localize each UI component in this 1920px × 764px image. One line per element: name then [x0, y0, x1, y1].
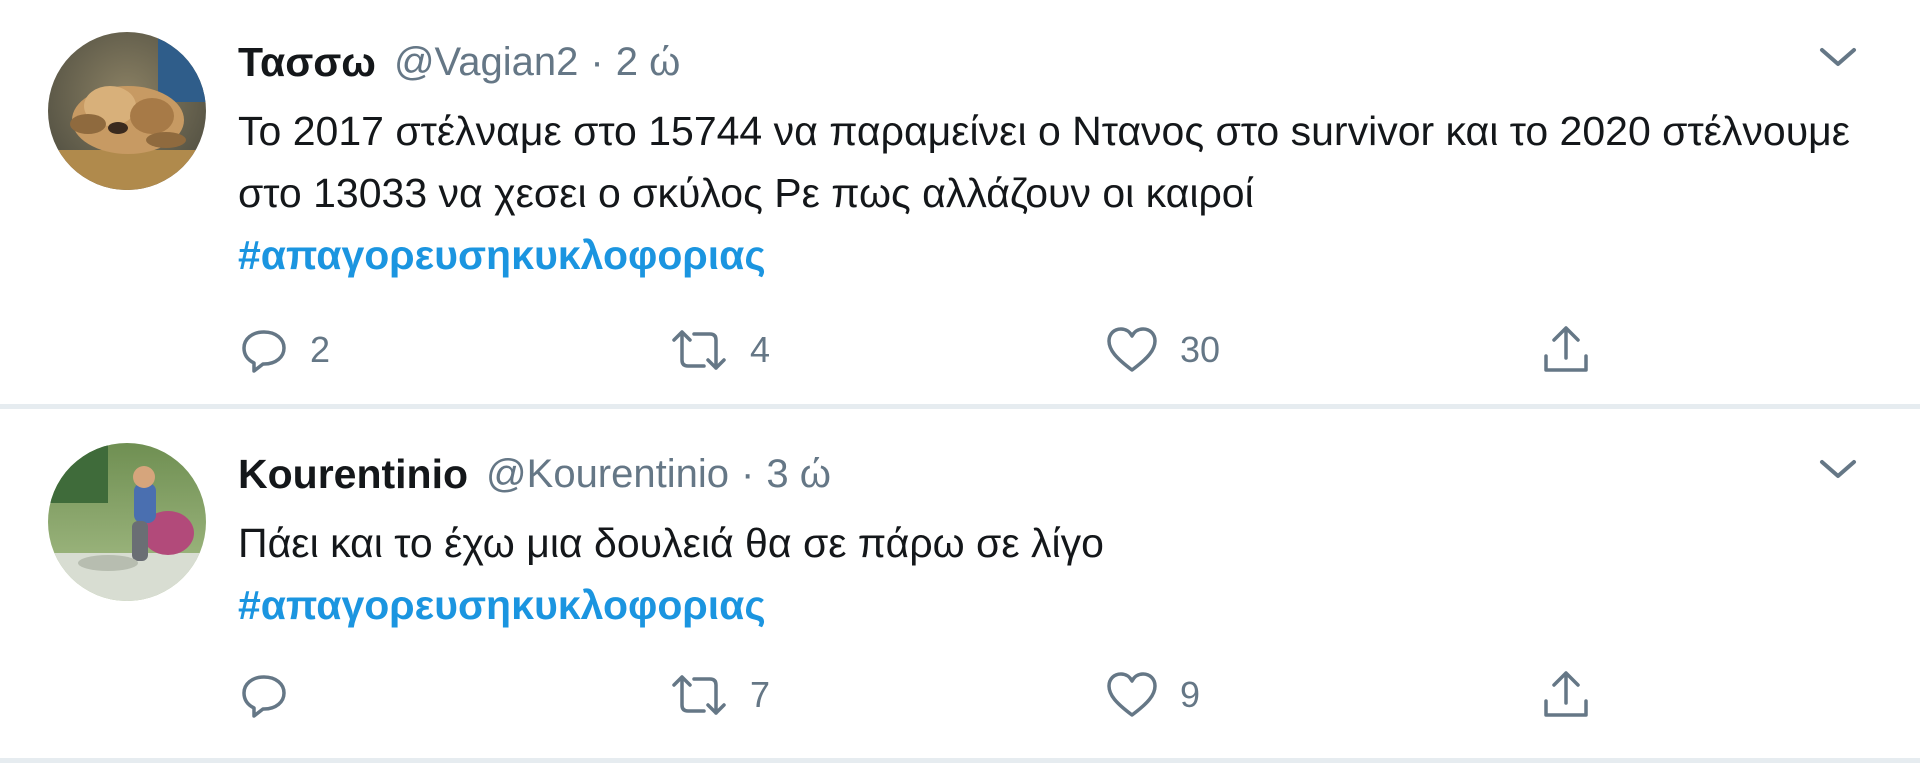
- tweet-feed: Τασσω @Vagian2 · 2 ώ Το 2017 στέλναμε στ…: [0, 0, 1920, 764]
- retweet-count: 7: [750, 674, 771, 715]
- display-name[interactable]: Kourentinio: [238, 451, 468, 498]
- retweet-button[interactable]: 4: [668, 318, 770, 382]
- timestamp[interactable]: 2 ώ: [616, 40, 681, 85]
- tweet-text: Πάει και το έχω μια δουλειά θα σε πάρω σ…: [238, 512, 1878, 636]
- avatar-dog-image: [48, 32, 206, 190]
- hashtag-link[interactable]: #απαγορευσηκυκλοφοριας: [238, 224, 1878, 286]
- separator-dot: ·: [741, 451, 755, 496]
- tweet[interactable]: Τασσω @Vagian2 · 2 ώ Το 2017 στέλναμε στ…: [0, 0, 1920, 405]
- reply-button[interactable]: [238, 663, 310, 727]
- tweet-divider: [0, 404, 1920, 409]
- like-count: 9: [1180, 674, 1201, 715]
- retweet-icon: [672, 675, 726, 715]
- display-name[interactable]: Τασσω: [238, 39, 376, 86]
- avatar[interactable]: [48, 32, 206, 190]
- like-count: 30: [1180, 329, 1221, 370]
- like-button[interactable]: 30: [1104, 318, 1220, 382]
- reply-button[interactable]: 2: [238, 318, 330, 382]
- share-button[interactable]: [1538, 318, 1594, 382]
- retweet-button[interactable]: 7: [668, 663, 770, 727]
- hashtag-link[interactable]: #απαγορευσηκυκλοφοριας: [238, 574, 1878, 636]
- reply-icon: [242, 675, 286, 718]
- retweet-count: 4: [750, 329, 771, 370]
- share-button[interactable]: [1538, 663, 1594, 727]
- heart-icon: [1107, 672, 1157, 717]
- reply-count: 2: [310, 329, 331, 370]
- user-handle[interactable]: @Kourentinio: [486, 452, 729, 497]
- tweet-actions: 2 4 30: [238, 318, 1638, 382]
- share-icon: [1544, 326, 1588, 372]
- tweet-header: Kourentinio @Kourentinio · 3 ώ: [238, 442, 831, 506]
- avatar[interactable]: [48, 443, 206, 601]
- tweet-header: Τασσω @Vagian2 · 2 ώ: [238, 30, 680, 94]
- tweet-divider: [0, 758, 1920, 763]
- reply-icon: [242, 330, 286, 373]
- heart-icon: [1107, 327, 1157, 372]
- tweet-text: Το 2017 στέλναμε στο 15744 να παραμείνει…: [238, 100, 1878, 286]
- tweet-body: Το 2017 στέλναμε στο 15744 να παραμείνει…: [238, 108, 1851, 216]
- tweet-body: Πάει και το έχω μια δουλειά θα σε πάρω σ…: [238, 520, 1104, 566]
- retweet-icon: [672, 330, 726, 370]
- tweet[interactable]: Kourentinio @Kourentinio · 3 ώ Πάει και …: [0, 410, 1920, 760]
- user-handle[interactable]: @Vagian2: [394, 40, 578, 85]
- separator-dot: ·: [590, 39, 604, 84]
- share-icon: [1544, 671, 1588, 717]
- chevron-down-icon[interactable]: [1814, 446, 1862, 494]
- like-button[interactable]: 9: [1104, 663, 1200, 727]
- avatar-person-image: [48, 443, 206, 601]
- timestamp[interactable]: 3 ώ: [766, 452, 831, 497]
- chevron-down-icon[interactable]: [1814, 34, 1862, 82]
- tweet-actions: 7 9: [238, 663, 1638, 727]
